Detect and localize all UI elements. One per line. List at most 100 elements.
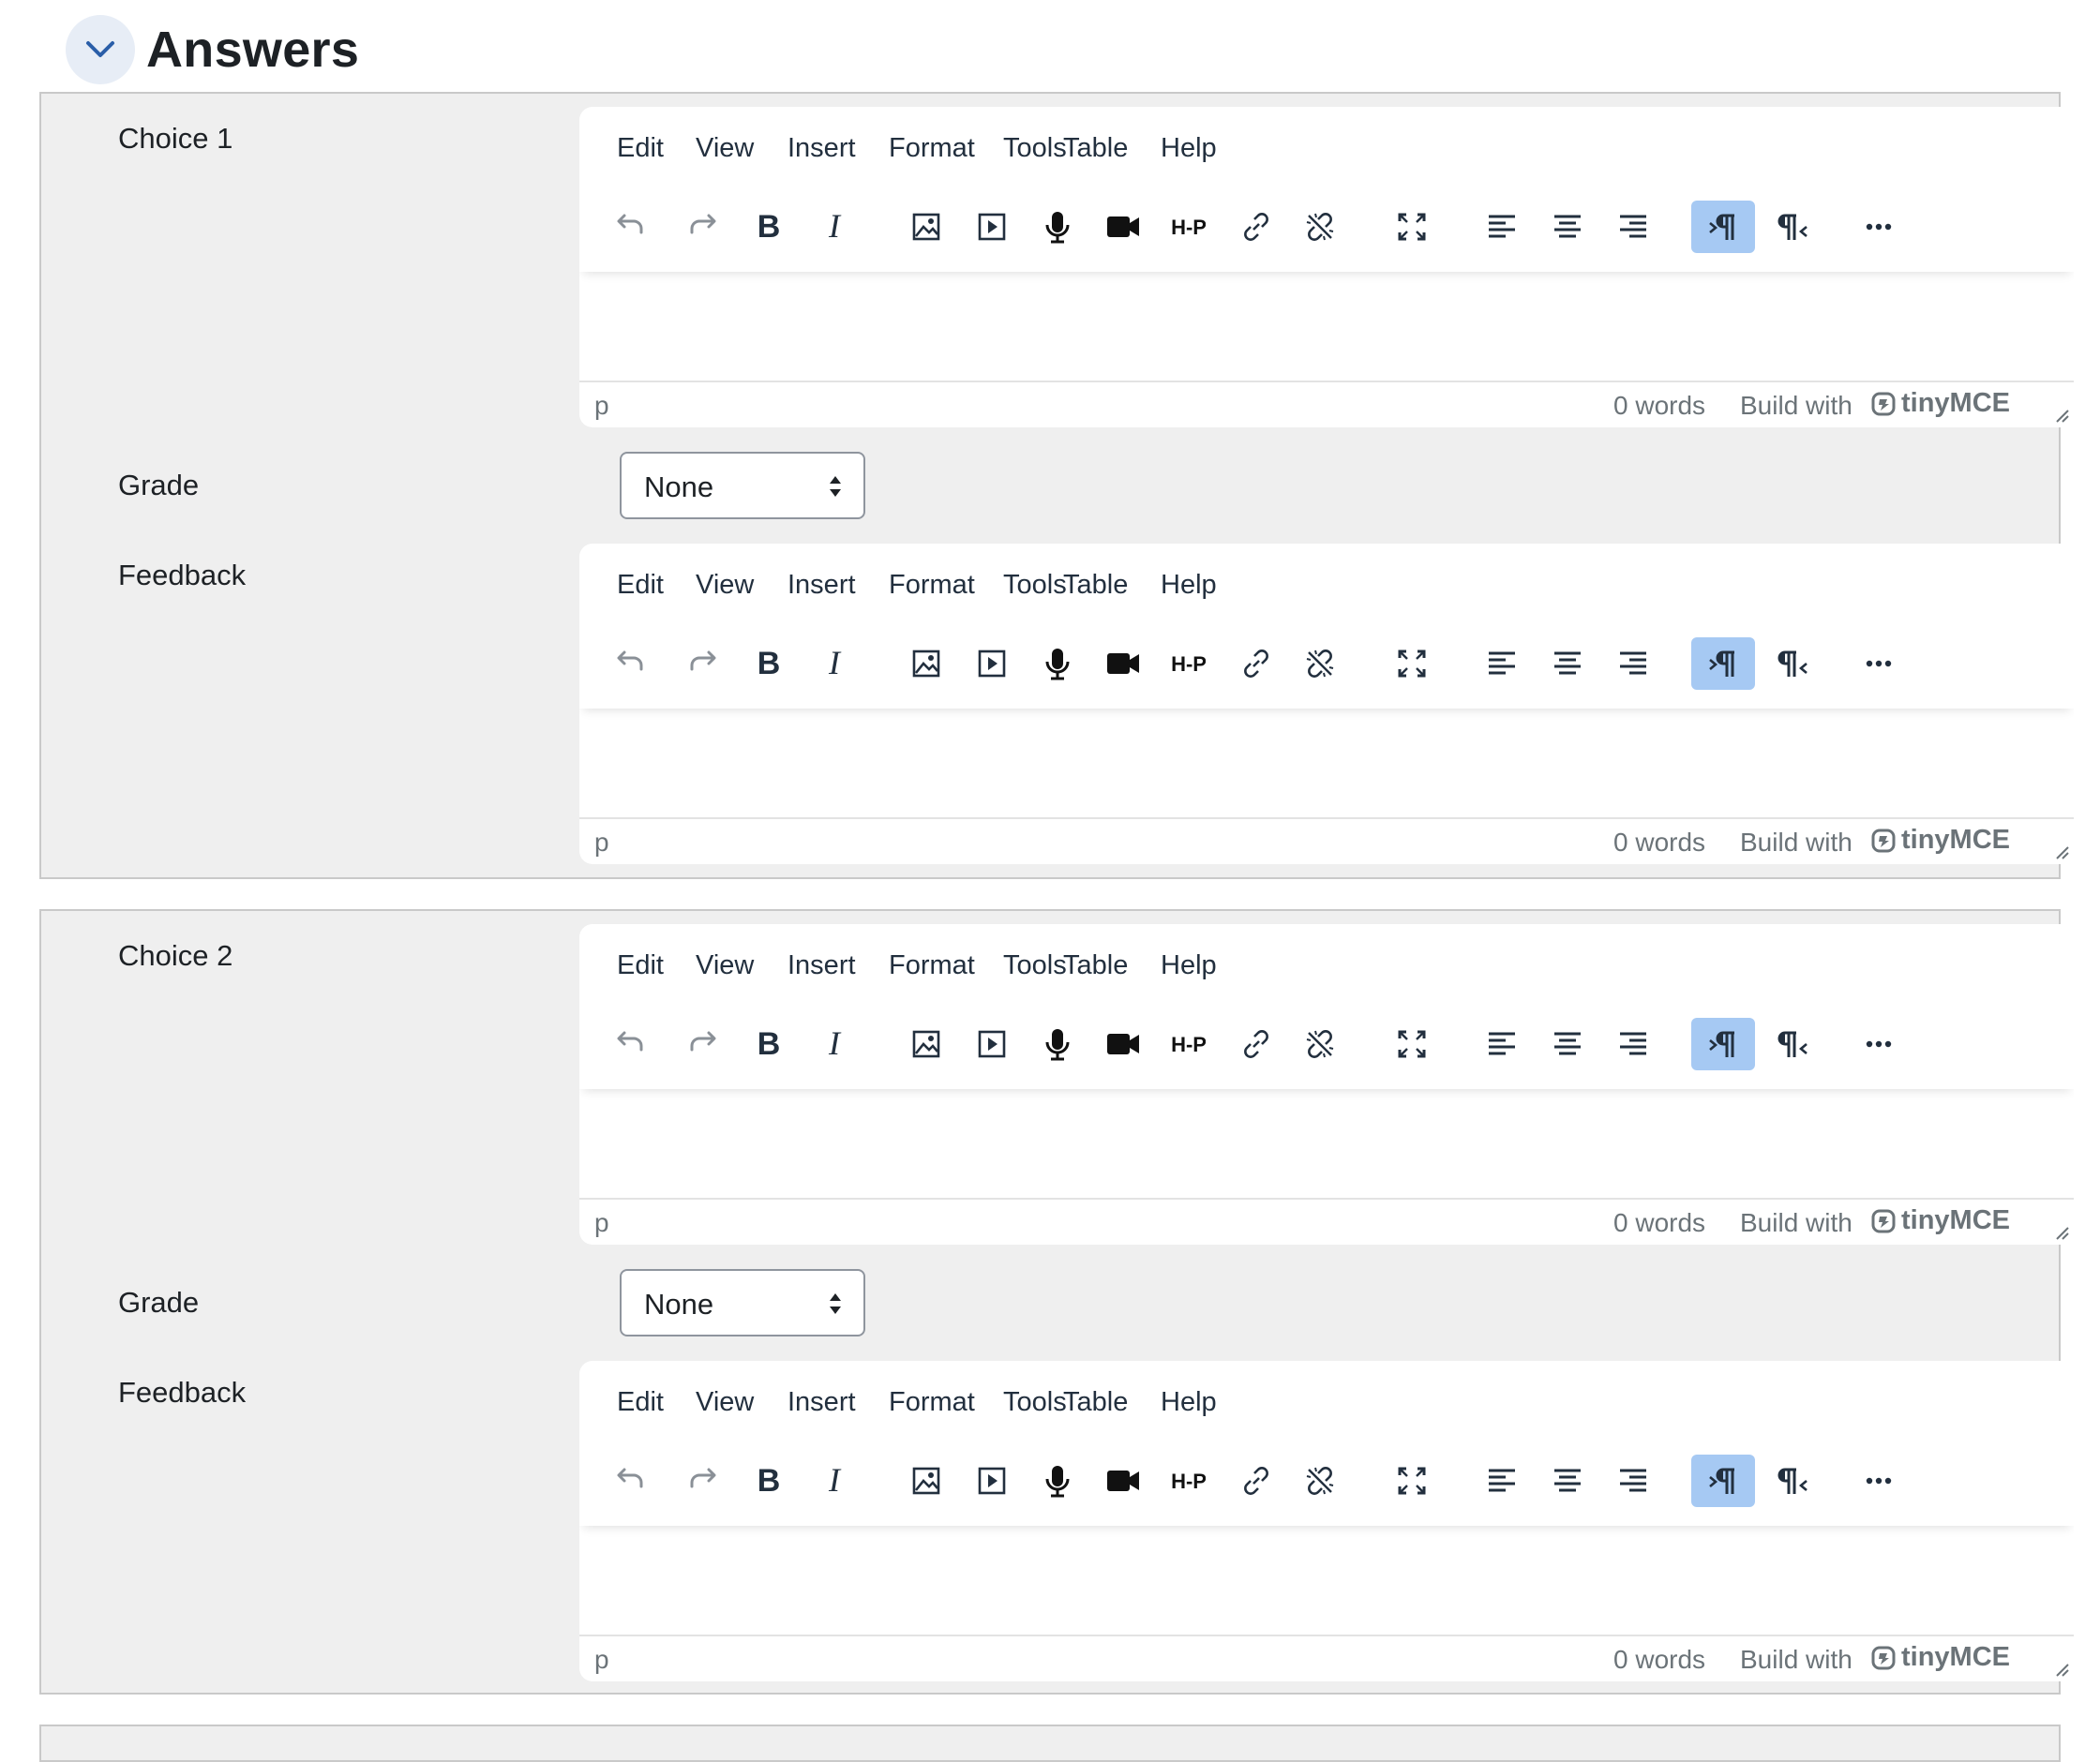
align-left-button[interactable] xyxy=(1470,637,1534,690)
more-button[interactable] xyxy=(1847,201,1911,253)
element-path[interactable]: p xyxy=(594,1208,609,1238)
ltr-button[interactable] xyxy=(1691,637,1755,690)
word-count[interactable]: 0 words xyxy=(1613,1645,1705,1675)
menu-edit[interactable]: Edit xyxy=(617,570,664,601)
redo-button[interactable] xyxy=(669,1018,733,1070)
menu-view[interactable]: View xyxy=(696,950,754,981)
more-button[interactable] xyxy=(1847,637,1911,690)
media-button[interactable] xyxy=(960,201,1024,253)
align-center-button[interactable] xyxy=(1536,201,1599,253)
editor-content-area[interactable] xyxy=(579,709,2074,819)
menu-view[interactable]: View xyxy=(696,570,754,601)
brand-link[interactable]: tinyMCE xyxy=(1871,1642,2010,1673)
image-button[interactable] xyxy=(894,1455,958,1507)
menu-help[interactable]: Help xyxy=(1161,133,1217,164)
fullscreen-button[interactable] xyxy=(1380,201,1444,253)
undo-button[interactable] xyxy=(600,201,664,253)
italic-button[interactable]: I xyxy=(802,201,866,253)
menu-table[interactable]: Table xyxy=(1063,570,1128,601)
menu-view[interactable]: View xyxy=(696,133,754,164)
menu-insert[interactable]: Insert xyxy=(788,570,856,601)
feedback-editor-2[interactable]: Edit View Insert Format Tools Table Help B I H-P p… xyxy=(579,1361,2074,1681)
align-right-button[interactable] xyxy=(1601,1455,1665,1507)
fullscreen-button[interactable] xyxy=(1380,1018,1444,1070)
align-right-button[interactable] xyxy=(1601,201,1665,253)
word-count[interactable]: 0 words xyxy=(1613,391,1705,421)
h5p-button[interactable]: H-P xyxy=(1157,201,1221,253)
more-button[interactable] xyxy=(1847,1455,1911,1507)
menu-tools[interactable]: Tools xyxy=(1003,570,1067,601)
unlink-button[interactable] xyxy=(1288,637,1352,690)
redo-button[interactable] xyxy=(669,201,733,253)
bold-button[interactable]: B xyxy=(737,637,801,690)
editor-content-area[interactable] xyxy=(579,1526,2074,1636)
video-camera-button[interactable] xyxy=(1091,1455,1155,1507)
ltr-button[interactable] xyxy=(1691,201,1755,253)
align-right-button[interactable] xyxy=(1601,637,1665,690)
media-button[interactable] xyxy=(960,1455,1024,1507)
rtl-button[interactable] xyxy=(1761,1018,1824,1070)
element-path[interactable]: p xyxy=(594,828,609,858)
media-button[interactable] xyxy=(960,637,1024,690)
menu-format[interactable]: Format xyxy=(889,570,975,601)
link-button[interactable] xyxy=(1224,1018,1288,1070)
menu-table[interactable]: Table xyxy=(1063,950,1128,981)
unlink-button[interactable] xyxy=(1288,201,1352,253)
undo-button[interactable] xyxy=(600,1018,664,1070)
menu-table[interactable]: Table xyxy=(1063,1387,1128,1418)
bold-button[interactable]: B xyxy=(737,1455,801,1507)
resize-handle-icon[interactable] xyxy=(2053,1224,2070,1241)
bold-button[interactable]: B xyxy=(737,1018,801,1070)
menu-format[interactable]: Format xyxy=(889,1387,975,1418)
h5p-button[interactable]: H-P xyxy=(1157,1018,1221,1070)
menu-insert[interactable]: Insert xyxy=(788,950,856,981)
h5p-button[interactable]: H-P xyxy=(1157,637,1221,690)
menu-edit[interactable]: Edit xyxy=(617,1387,664,1418)
image-button[interactable] xyxy=(894,201,958,253)
undo-button[interactable] xyxy=(600,637,664,690)
align-left-button[interactable] xyxy=(1470,1018,1534,1070)
fullscreen-button[interactable] xyxy=(1380,637,1444,690)
image-button[interactable] xyxy=(894,637,958,690)
menu-help[interactable]: Help xyxy=(1161,1387,1217,1418)
h5p-button[interactable]: H-P xyxy=(1157,1455,1221,1507)
menu-edit[interactable]: Edit xyxy=(617,133,664,164)
media-button[interactable] xyxy=(960,1018,1024,1070)
choice-editor-1[interactable]: Edit View Insert Format Tools Table Help B I H-P p… xyxy=(579,107,2074,427)
menu-insert[interactable]: Insert xyxy=(788,133,856,164)
rtl-button[interactable] xyxy=(1761,637,1824,690)
align-center-button[interactable] xyxy=(1536,1455,1599,1507)
align-center-button[interactable] xyxy=(1536,637,1599,690)
link-button[interactable] xyxy=(1224,201,1288,253)
menu-format[interactable]: Format xyxy=(889,950,975,981)
align-left-button[interactable] xyxy=(1470,1455,1534,1507)
redo-button[interactable] xyxy=(669,637,733,690)
align-left-button[interactable] xyxy=(1470,201,1534,253)
resize-handle-icon[interactable] xyxy=(2053,407,2070,424)
microphone-button[interactable] xyxy=(1026,201,1089,253)
brand-link[interactable]: tinyMCE xyxy=(1871,825,2010,856)
image-button[interactable] xyxy=(894,1018,958,1070)
unlink-button[interactable] xyxy=(1288,1018,1352,1070)
resize-handle-icon[interactable] xyxy=(2053,844,2070,860)
collapse-toggle[interactable] xyxy=(66,15,135,84)
word-count[interactable]: 0 words xyxy=(1613,1208,1705,1238)
redo-button[interactable] xyxy=(669,1455,733,1507)
ltr-button[interactable] xyxy=(1691,1018,1755,1070)
video-camera-button[interactable] xyxy=(1091,1018,1155,1070)
choice-editor-2[interactable]: Edit View Insert Format Tools Table Help B I H-P p… xyxy=(579,924,2074,1245)
link-button[interactable] xyxy=(1224,1455,1288,1507)
more-button[interactable] xyxy=(1847,1018,1911,1070)
video-camera-button[interactable] xyxy=(1091,201,1155,253)
menu-tools[interactable]: Tools xyxy=(1003,950,1067,981)
bold-button[interactable]: B xyxy=(737,201,801,253)
element-path[interactable]: p xyxy=(594,1645,609,1675)
italic-button[interactable]: I xyxy=(802,637,866,690)
unlink-button[interactable] xyxy=(1288,1455,1352,1507)
grade-select[interactable]: None xyxy=(620,1269,865,1336)
editor-content-area[interactable] xyxy=(579,272,2074,382)
link-button[interactable] xyxy=(1224,637,1288,690)
menu-format[interactable]: Format xyxy=(889,133,975,164)
word-count[interactable]: 0 words xyxy=(1613,828,1705,858)
rtl-button[interactable] xyxy=(1761,201,1824,253)
